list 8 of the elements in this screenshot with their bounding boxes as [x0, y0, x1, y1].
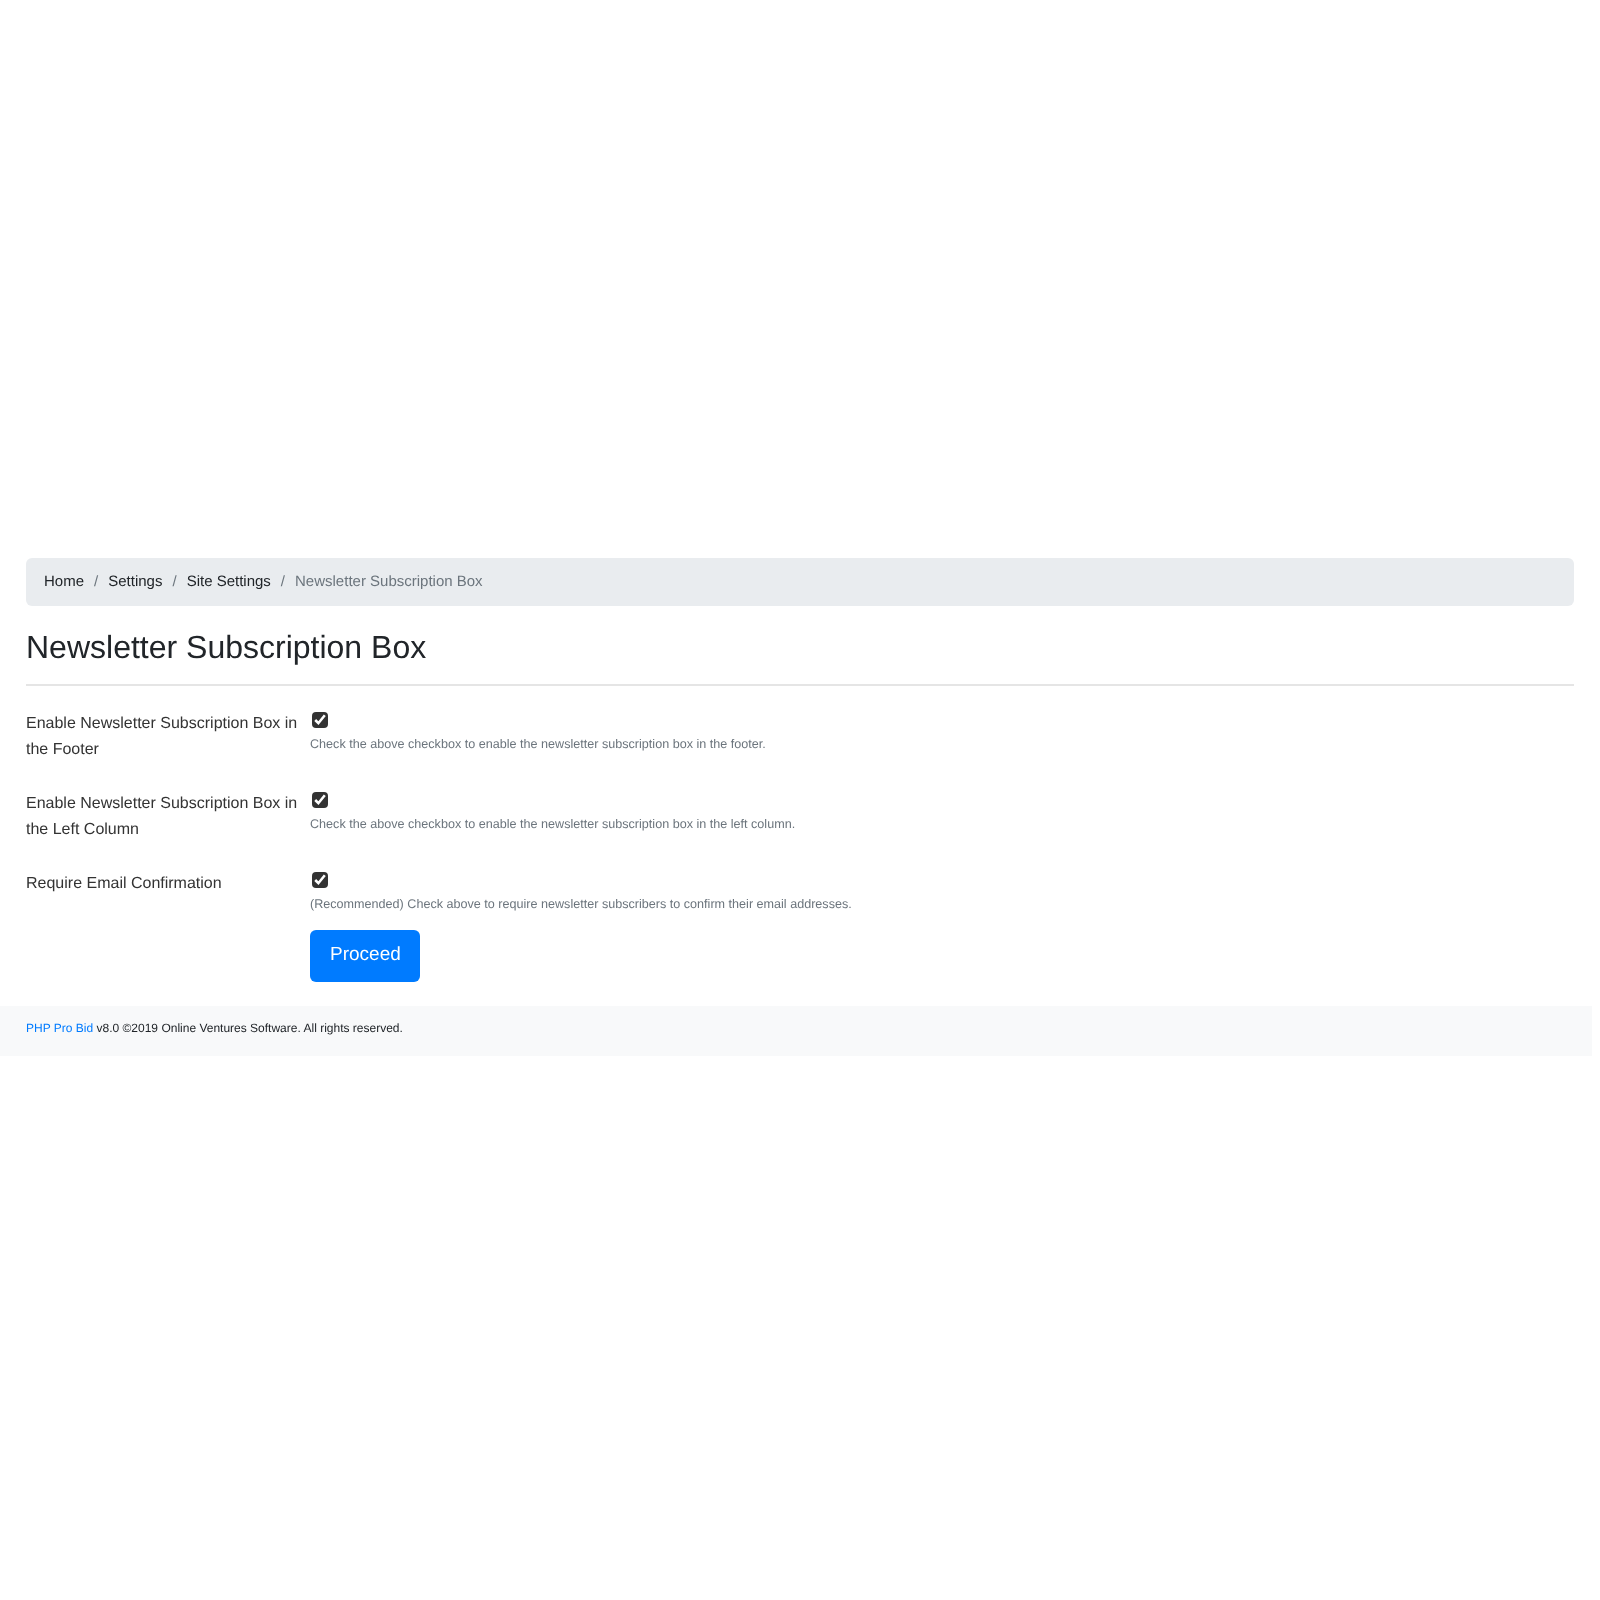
checkbox[interactable]: [312, 792, 328, 809]
checkbox[interactable]: [312, 872, 328, 889]
setting-label: Enable Newsletter Subscription Box in the Footer: [26, 712, 300, 763]
setting-label: Enable Newsletter Subscription Box in the Left Column: [26, 792, 300, 843]
page-title: Newsletter Subscription Box: [26, 630, 1574, 687]
proceed-button[interactable]: Proceed: [310, 929, 421, 982]
setting-label: Require Email Confirmation: [26, 872, 224, 897]
checkbox[interactable]: [312, 712, 328, 729]
